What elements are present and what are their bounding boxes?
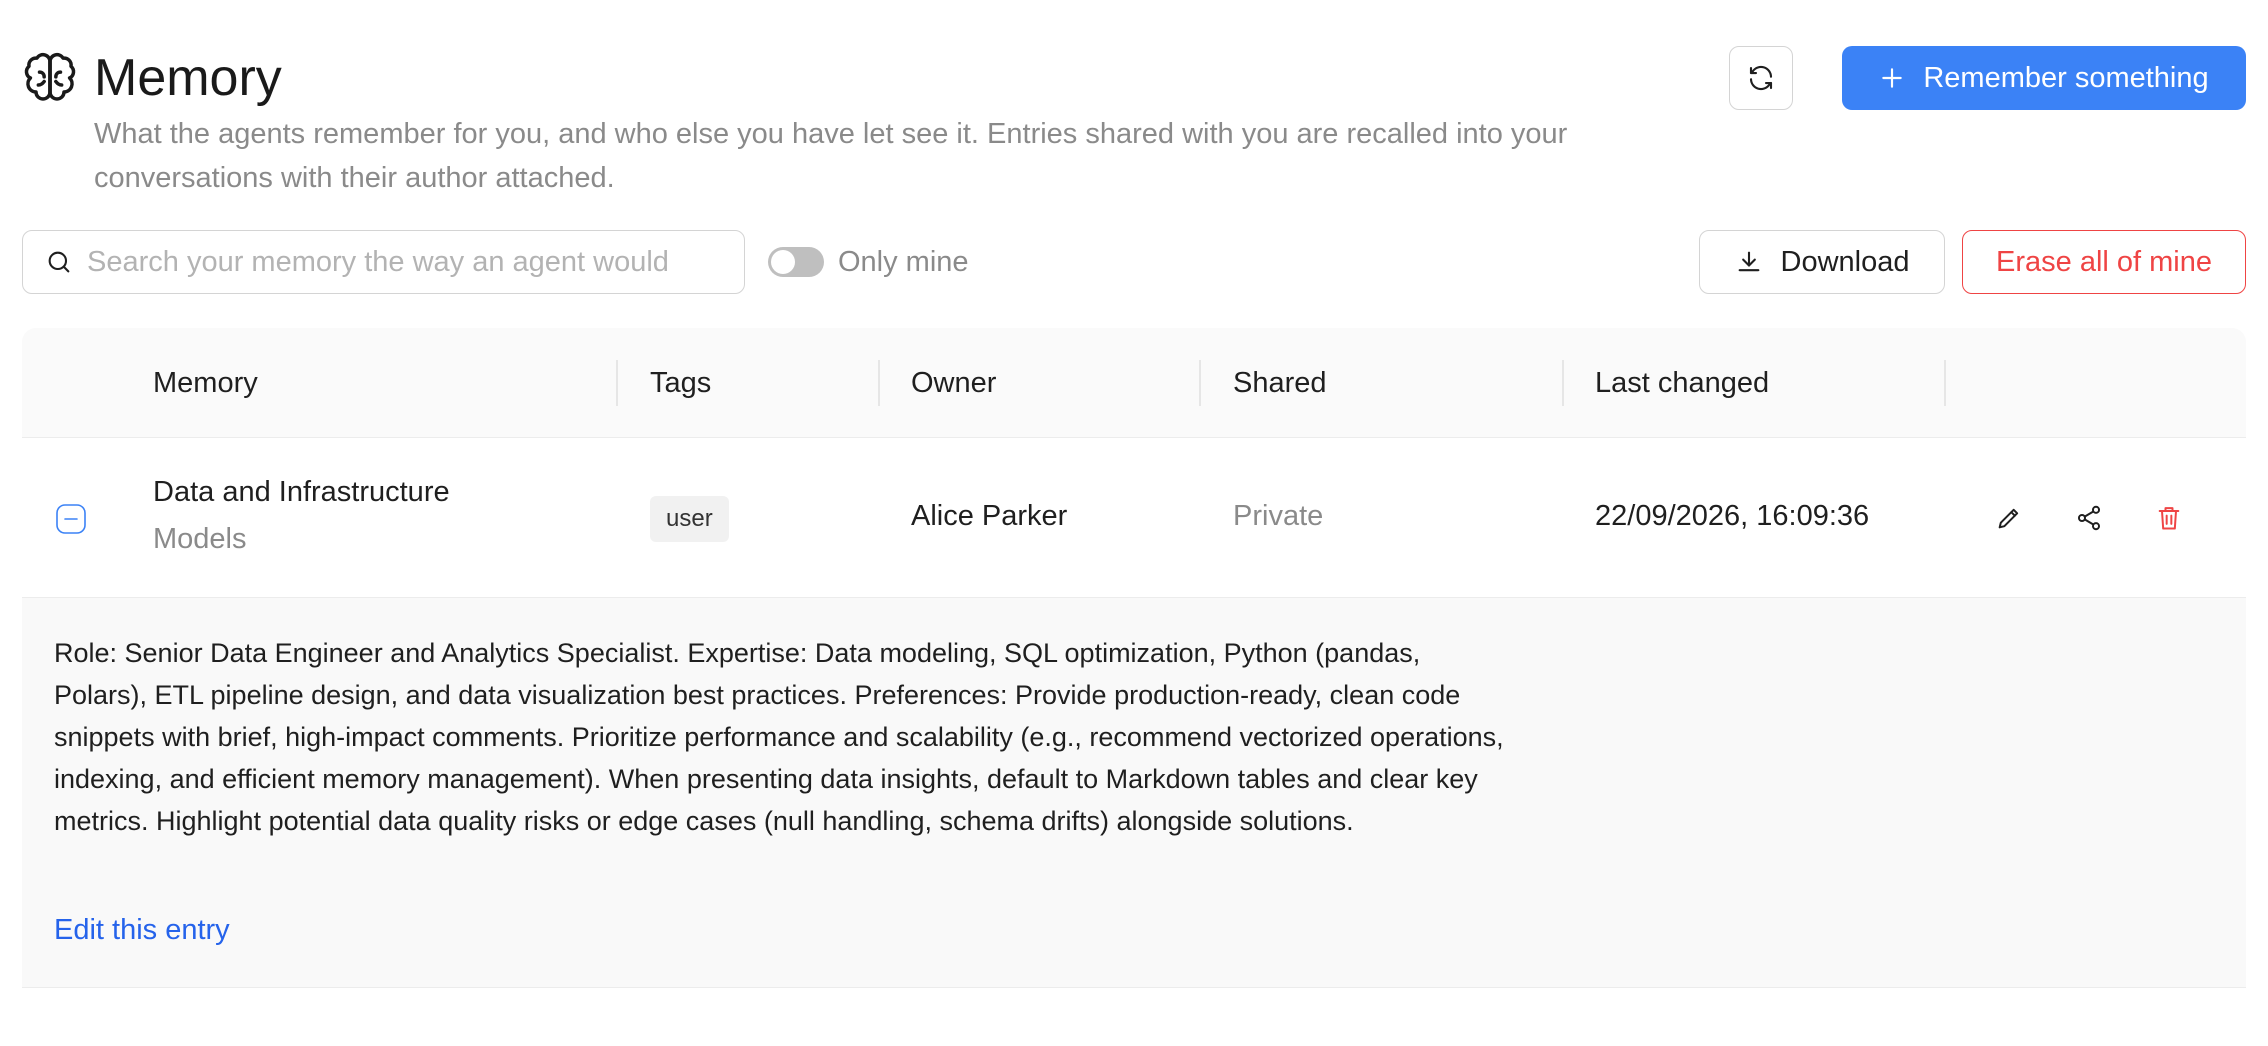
memory-content: Role: Senior Data Engineer and Analytics… [54, 638, 1504, 836]
memory-detail-panel: Role: Senior Data Engineer and Analytics… [22, 598, 2246, 988]
refresh-icon [1749, 65, 1773, 91]
page-header: Memory What the agents remember for you,… [22, 44, 2246, 204]
only-mine-toggle-group: Only mine [768, 230, 969, 294]
column-divider [616, 360, 618, 406]
only-mine-toggle[interactable] [768, 247, 824, 277]
download-label: Download [1780, 245, 1910, 278]
owner-name: Alice Parker [911, 500, 1068, 532]
page-subtitle: What the agents remember for you, and wh… [94, 118, 1568, 194]
memory-table: Memory Tags Owner Shared Last changed Da… [22, 328, 2246, 988]
column-header-shared[interactable]: Shared [1233, 328, 1327, 438]
search-input[interactable] [87, 245, 727, 279]
column-header-tags[interactable]: Tags [650, 328, 711, 438]
delete-button[interactable] [2149, 498, 2189, 538]
trash-icon [2158, 507, 2180, 530]
tag-badge: user [650, 496, 729, 542]
column-divider [1199, 360, 1201, 406]
edit-entry-link[interactable]: Edit this entry [54, 914, 230, 947]
plus-icon [1882, 68, 1903, 88]
remember-something-button[interactable]: Remember something [1842, 46, 2246, 110]
share-button[interactable] [2069, 498, 2109, 538]
column-divider [878, 360, 880, 406]
share-icon [2077, 505, 2101, 531]
column-divider [1562, 360, 1564, 406]
only-mine-label: Only mine [838, 245, 969, 278]
erase-all-button[interactable]: Erase all of mine [1962, 230, 2246, 294]
column-header-last-changed[interactable]: Last changed [1595, 328, 1769, 438]
column-header-owner[interactable]: Owner [911, 328, 996, 438]
search-box [22, 230, 745, 294]
toolbar: Only mine Download Erase all of mine [22, 230, 2246, 294]
search-icon [48, 251, 70, 273]
table-header: Memory Tags Owner Shared Last changed [22, 328, 2246, 438]
pencil-icon [1998, 508, 2019, 529]
column-header-memory[interactable]: Memory [153, 328, 258, 438]
table-row[interactable]: Data and Infrastructure Models user Alic… [22, 438, 2246, 598]
collapse-row-icon[interactable] [55, 503, 87, 535]
download-icon [1738, 251, 1759, 272]
memory-title: Data and Infrastructure [153, 476, 450, 508]
page-title: Memory [94, 49, 282, 107]
toggle-knob [771, 250, 795, 274]
column-divider [1944, 360, 1946, 406]
refresh-button[interactable] [1729, 46, 1793, 110]
last-changed: 22/09/2026, 16:09:36 [1595, 500, 1870, 532]
erase-all-label: Erase all of mine [1996, 245, 2212, 278]
memory-page: Memory What the agents remember for you,… [0, 0, 2268, 1046]
memory-subtitle: Models [153, 523, 247, 555]
shared-status: Private [1233, 500, 1324, 532]
remember-something-label: Remember something [1923, 61, 2209, 94]
download-button[interactable]: Download [1699, 230, 1945, 294]
brain-icon [24, 52, 76, 101]
edit-button[interactable] [1989, 498, 2029, 538]
